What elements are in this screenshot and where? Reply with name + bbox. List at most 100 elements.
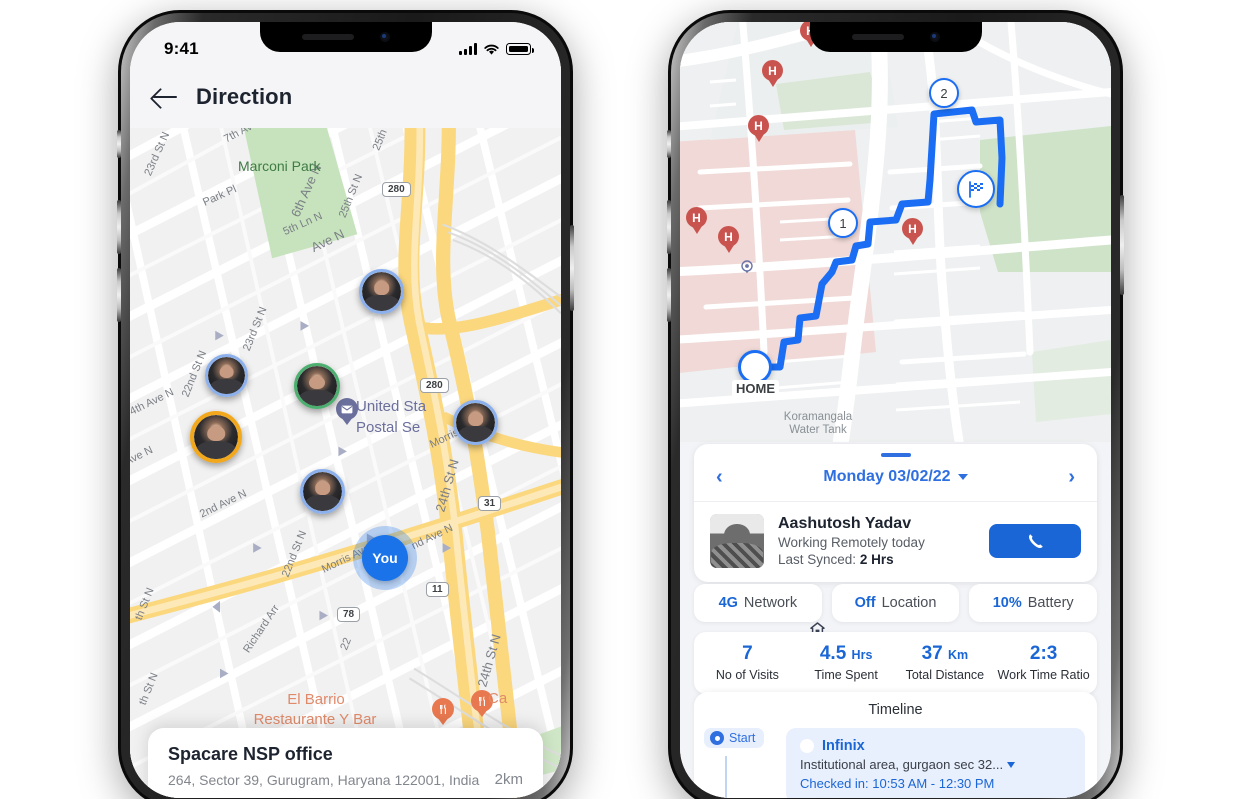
selected-date[interactable]: Monday 03/02/22 bbox=[823, 468, 968, 486]
network-chip[interactable]: 4G Network bbox=[694, 584, 822, 622]
timeline-entry[interactable]: Infinix Institutional area, gurgaon sec … bbox=[786, 728, 1085, 798]
notch bbox=[809, 22, 982, 52]
caret-down-icon bbox=[957, 474, 968, 480]
you-marker[interactable]: You bbox=[362, 535, 408, 581]
silence-switch[interactable] bbox=[667, 130, 671, 158]
team-member-marker-alert[interactable] bbox=[190, 411, 242, 463]
wifi-icon bbox=[484, 44, 499, 55]
volume-up-button[interactable] bbox=[667, 200, 671, 254]
prev-day-button[interactable]: ‹ bbox=[716, 467, 723, 487]
last-synced-value: 2 Hrs bbox=[859, 552, 894, 567]
battery-value: 10% bbox=[992, 595, 1022, 611]
notch bbox=[259, 22, 432, 52]
status-bar-icons bbox=[459, 43, 534, 56]
power-button[interactable] bbox=[1120, 195, 1124, 295]
timeline-title: Timeline bbox=[868, 702, 923, 718]
team-member-marker[interactable] bbox=[359, 269, 404, 314]
stat-time-spent: 4.5 Hrs Time Spent bbox=[797, 643, 896, 682]
team-member-marker[interactable] bbox=[300, 469, 345, 514]
front-camera-icon bbox=[929, 32, 940, 42]
stat-time-spent-unit: Hrs bbox=[851, 648, 873, 662]
highway-shield: 11 bbox=[426, 582, 449, 597]
location-label: Location bbox=[881, 595, 937, 611]
avatar bbox=[710, 514, 764, 568]
waypoint-marker-1[interactable]: 1 bbox=[828, 208, 858, 238]
silence-switch[interactable] bbox=[117, 130, 121, 158]
restaurant-pin-icon bbox=[432, 698, 454, 728]
timeline-entry-name: Infinix bbox=[822, 738, 865, 754]
timeline-entry-checkin: Checked in: 10:53 AM - 12:30 PM bbox=[800, 776, 1073, 791]
timeline-entry-address-row[interactable]: Institutional area, gurgaon sec 32... bbox=[800, 757, 1073, 772]
timeline-start-label: Start bbox=[729, 731, 756, 745]
timeline-entry-dot bbox=[800, 739, 814, 753]
direction-map[interactable]: 23rd St N 7th Ave N Park Pl 6th Ave N 5t… bbox=[130, 128, 561, 798]
map-canvas bbox=[130, 128, 561, 798]
highway-shield: 31 bbox=[478, 496, 502, 511]
stat-visits: 7 No of Visits bbox=[698, 643, 797, 682]
signal-bars-icon bbox=[459, 43, 477, 55]
earpiece-speaker bbox=[301, 34, 354, 40]
hospital-pin-icon: H bbox=[686, 207, 707, 235]
place-address: 264, Sector 39, Gurugram, Haryana 122001… bbox=[168, 771, 480, 788]
right-phone-frame: H H H H H H 2 1 bbox=[667, 10, 1124, 799]
chevron-down-icon[interactable] bbox=[1007, 761, 1016, 768]
team-member-marker-active[interactable] bbox=[294, 363, 340, 409]
call-button[interactable] bbox=[989, 524, 1081, 558]
stat-time-spent-label: Time Spent bbox=[814, 668, 878, 682]
timeline-entry-address: Institutional area, gurgaon sec 32... bbox=[800, 757, 1004, 772]
stat-work-ratio: 2:3 Work Time Ratio bbox=[994, 643, 1093, 682]
hospital-pin-icon: H bbox=[718, 226, 739, 254]
timeline-start-badge: Start bbox=[704, 728, 765, 748]
stat-distance-label: Total Distance bbox=[905, 668, 985, 682]
date-selector: ‹ Monday 03/02/22 › bbox=[694, 457, 1097, 502]
poi-marker-icon bbox=[741, 260, 753, 274]
phone-icon bbox=[1028, 533, 1043, 548]
place-card[interactable]: Spacare NSP office 264, Sector 39, Gurug… bbox=[148, 727, 543, 798]
screenshot-stage: 9:41 Direction 23rd St N Park Pl 6th Ave… bbox=[0, 0, 1241, 799]
team-member-marker[interactable] bbox=[205, 354, 248, 397]
water-tank-label-line2: Water Tank bbox=[789, 424, 847, 436]
page-title: Direction bbox=[196, 84, 293, 109]
stat-work-ratio-value: 2:3 bbox=[1029, 643, 1058, 664]
left-phone-frame: 9:41 Direction 23rd St N Park Pl 6th Ave… bbox=[117, 10, 574, 799]
person-info: Aashutosh Yadav Working Remotely today L… bbox=[778, 515, 925, 567]
team-member-marker[interactable] bbox=[453, 400, 498, 445]
stat-visits-label: No of Visits bbox=[715, 668, 779, 682]
highway-shield: 78 bbox=[337, 607, 361, 622]
home-label: HOME bbox=[732, 380, 779, 397]
checked-in-time: 10:53 AM - 12:30 PM bbox=[872, 776, 995, 791]
volume-up-button[interactable] bbox=[117, 200, 121, 254]
stat-time-spent-value: 4.5 bbox=[819, 643, 847, 664]
battery-icon bbox=[506, 43, 534, 55]
cafe-pin-icon bbox=[471, 690, 493, 720]
stat-distance-unit: Km bbox=[948, 648, 969, 662]
selected-date-label: Monday 03/02/22 bbox=[823, 468, 951, 485]
place-title: Spacare NSP office bbox=[168, 743, 333, 764]
power-button[interactable] bbox=[570, 225, 574, 311]
battery-chip[interactable]: 10% Battery bbox=[969, 584, 1098, 622]
checkered-flag-icon[interactable] bbox=[957, 170, 995, 208]
timeline-section: Timeline Start Infinix Institutional are… bbox=[694, 692, 1097, 798]
date-person-sheet: ‹ Monday 03/02/22 › Aashutosh Yadav Work… bbox=[694, 444, 1097, 582]
network-value: 4G bbox=[718, 595, 738, 611]
highway-shield: 280 bbox=[420, 378, 449, 393]
stat-visits-value: 7 bbox=[742, 643, 753, 664]
stat-work-ratio-label: Work Time Ratio bbox=[997, 668, 1090, 682]
timeline-connector bbox=[725, 756, 727, 798]
stat-distance: 37 Km Total Distance bbox=[896, 643, 995, 682]
right-phone-screen: H H H H H H 2 1 bbox=[680, 22, 1111, 798]
location-value: Off bbox=[854, 595, 876, 611]
route-map[interactable]: H H H H H H 2 1 bbox=[680, 22, 1111, 442]
back-arrow-icon[interactable] bbox=[152, 86, 178, 108]
last-synced: Last Synced: 2 Hrs bbox=[778, 552, 925, 567]
front-camera-icon bbox=[379, 32, 390, 42]
postal-service-pin-icon bbox=[336, 398, 358, 428]
waypoint-marker-2[interactable]: 2 bbox=[929, 78, 959, 108]
volume-down-button[interactable] bbox=[117, 268, 121, 322]
highway-shield: 280 bbox=[382, 182, 411, 197]
route-start-marker[interactable] bbox=[738, 350, 772, 384]
location-chip[interactable]: Off Location bbox=[831, 584, 960, 622]
volume-down-button[interactable] bbox=[667, 268, 671, 322]
left-phone-screen: 9:41 Direction 23rd St N Park Pl 6th Ave… bbox=[130, 22, 561, 798]
next-day-button[interactable]: › bbox=[1068, 467, 1075, 487]
